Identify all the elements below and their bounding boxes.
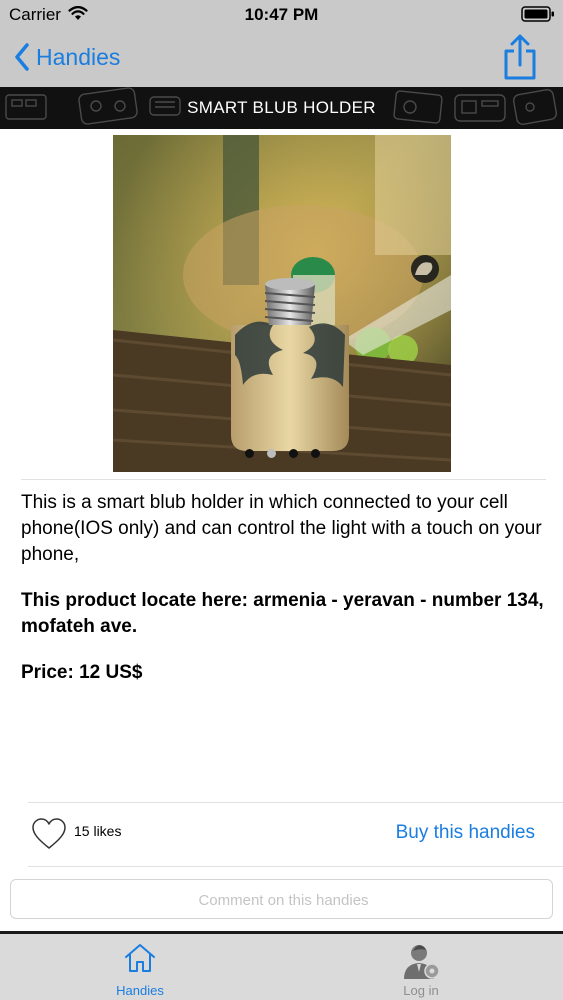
carousel-dot[interactable] (310, 449, 320, 458)
tab-login[interactable]: Log in (321, 934, 521, 1000)
product-description: This is a smart blub holder in which con… (21, 492, 542, 565)
status-bar: Carrier 10:47 PM (0, 0, 563, 30)
carousel-page-indicator (113, 449, 451, 458)
buy-button[interactable]: Buy this handies (396, 822, 535, 844)
product-location: This product locate here: armenia - yera… (21, 590, 544, 637)
divider (28, 866, 563, 867)
product-title: SMART BLUB HOLDER (187, 98, 376, 117)
share-icon (504, 34, 536, 80)
home-icon (125, 944, 155, 972)
carousel-dot-active[interactable] (266, 449, 276, 458)
chevron-left-icon (15, 43, 29, 71)
product-price: Price: 12 US$ (21, 662, 143, 683)
product-title-banner: SMART BLUB HOLDER (0, 87, 563, 129)
back-label: Handies (36, 43, 121, 70)
likes-count: 15 likes (74, 823, 122, 839)
user-icon (404, 945, 440, 979)
product-image-carousel[interactable] (113, 135, 451, 472)
heart-icon[interactable] (31, 817, 67, 856)
tab-handies[interactable]: Handies (40, 934, 240, 1000)
tab-bar: Handies Log in (0, 934, 563, 1000)
tab-label: Log in (403, 983, 439, 998)
clock: 10:47 PM (244, 5, 319, 24)
back-button[interactable]: Handies (14, 40, 120, 74)
tab-label: Handies (116, 983, 164, 998)
navigation-bar: Handies (0, 30, 563, 87)
battery-icon (521, 6, 555, 27)
divider (21, 479, 546, 480)
likes-row: 15 likes Buy this handies (0, 803, 563, 865)
product-photo (113, 135, 451, 472)
comment-field[interactable] (10, 879, 556, 920)
carousel-dot[interactable] (244, 449, 254, 458)
carousel-dot[interactable] (288, 449, 298, 458)
share-button[interactable] (503, 34, 537, 85)
comment-input[interactable] (11, 880, 556, 920)
